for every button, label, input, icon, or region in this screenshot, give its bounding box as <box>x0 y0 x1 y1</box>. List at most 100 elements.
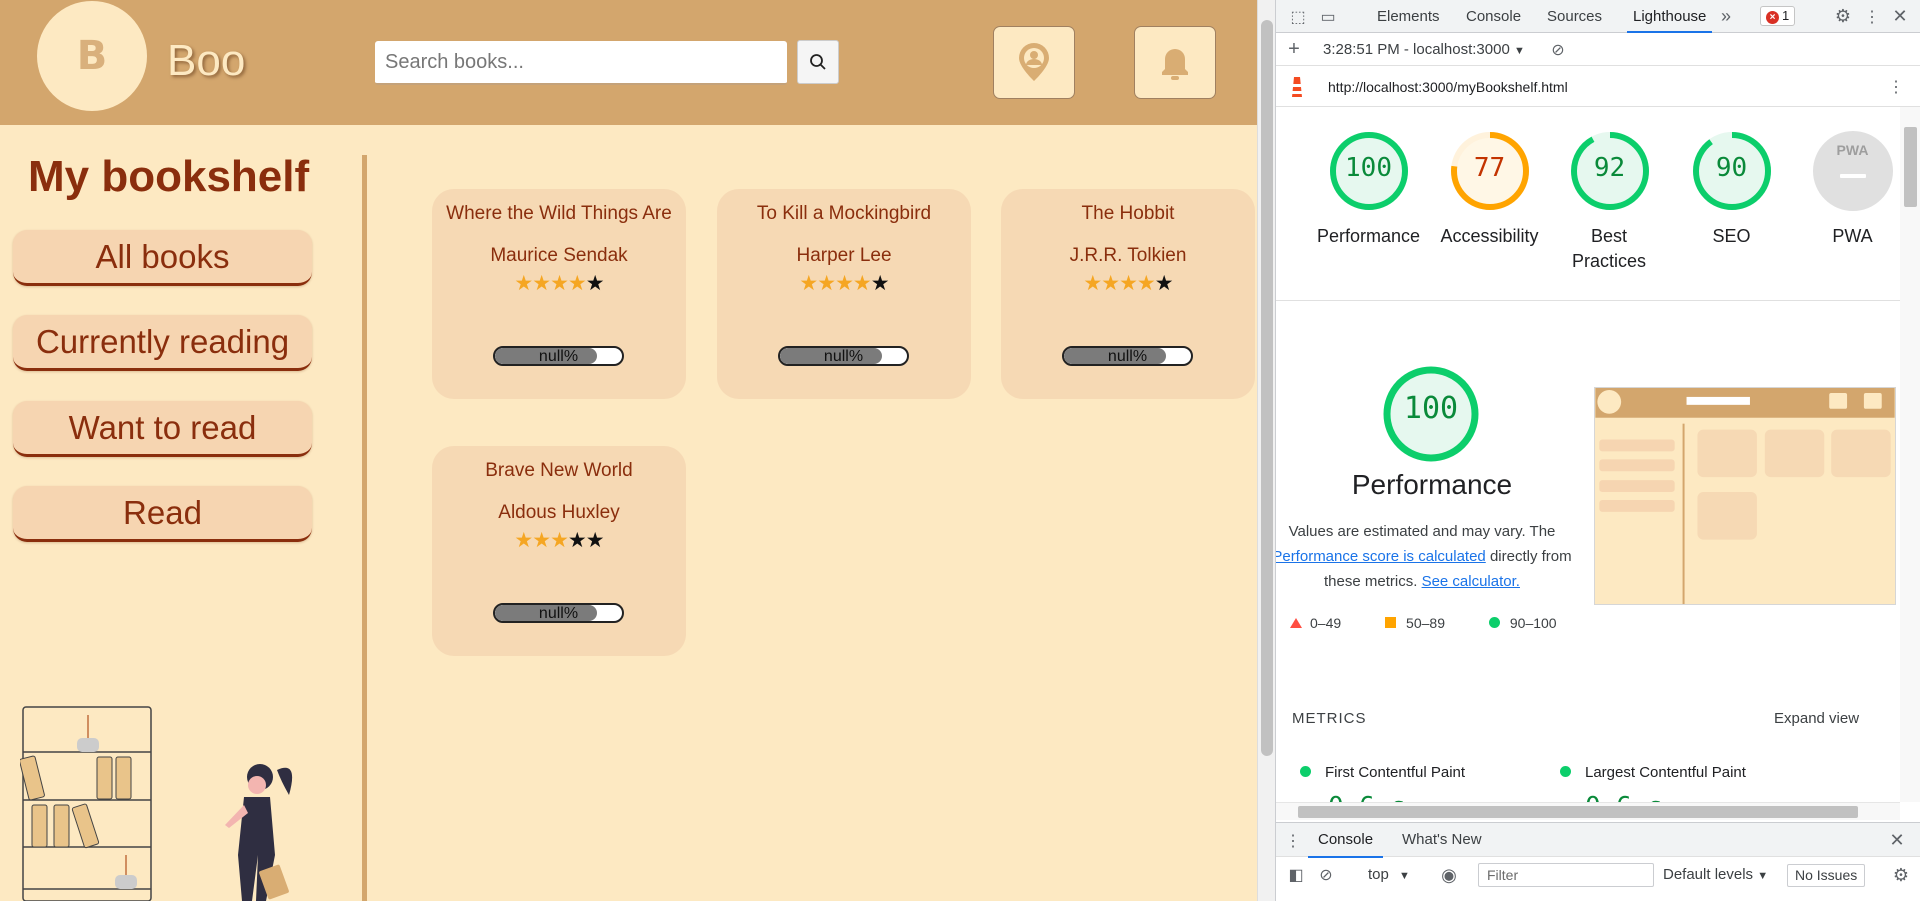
console-toolbar: ◧ ⊘ top ▼ ◉ Default levels ▼ No Issues ⚙ <box>1276 857 1920 893</box>
star-empty-icon: ★ <box>567 528 587 552</box>
perf-desc-text: Values are estimated and may vary. The <box>1288 523 1556 540</box>
star-empty-icon: ★ <box>585 528 605 552</box>
expand-view-toggle[interactable]: Expand view <box>1774 710 1859 727</box>
profile-button[interactable] <box>993 26 1075 99</box>
search-button[interactable] <box>797 40 839 84</box>
log-levels-dropdown[interactable]: Default levels ▼ <box>1663 866 1768 883</box>
tab-sources[interactable]: Sources <box>1547 0 1602 33</box>
clear-console-icon[interactable]: ⊘ <box>1314 857 1338 893</box>
metric-lcp: Largest Contentful Paint <box>1560 764 1746 781</box>
star-filled-icon: ★ <box>532 271 551 295</box>
device-toolbar-icon[interactable]: ▭ <box>1314 0 1342 33</box>
drawer-menu-icon[interactable]: ⋮ <box>1285 823 1301 858</box>
book-author: Aldous Huxley <box>498 502 620 523</box>
report-selector[interactable]: 3:28:51 PM - localhost:3000 ▼ <box>1323 41 1525 58</box>
logo-letter: B <box>76 33 108 79</box>
page-scroll-thumb[interactable] <box>1261 20 1273 756</box>
star-filled-icon: ★ <box>1136 271 1156 295</box>
sidebar-item-all-books[interactable]: All books <box>13 230 312 286</box>
star-filled-icon: ★ <box>514 271 533 295</box>
tab-lighthouse[interactable]: Lighthouse <box>1627 0 1713 33</box>
audited-url[interactable]: http://localhost:3000/myBookshelf.html <box>1328 79 1568 95</box>
report-menu-icon[interactable]: ⋮ <box>1886 67 1906 107</box>
score-gauge[interactable]: 92 Best Practices <box>1547 130 1672 274</box>
app-logo[interactable]: B <box>37 1 147 111</box>
progress-label: null% <box>538 348 579 365</box>
book-author: J.R.R. Tolkien <box>1069 245 1187 266</box>
star-filled-icon: ★ <box>1083 271 1102 295</box>
close-devtools-icon[interactable]: ✕ <box>1888 0 1912 33</box>
page-scrollbar[interactable] <box>1257 0 1275 901</box>
reading-progress-bar: null% <box>1062 346 1193 366</box>
devtools-panel: ⬚ ▭ Elements Console Sources Lighthouse … <box>1275 0 1920 901</box>
score-gauge[interactable]: 77 Accessibility <box>1427 130 1552 249</box>
more-tabs-icon[interactable]: » <box>1716 0 1736 33</box>
issues-button[interactable]: No Issues <box>1787 864 1866 887</box>
search-icon <box>810 54 826 70</box>
context-label: top <box>1368 866 1389 883</box>
console-settings-gear-icon[interactable]: ⚙ <box>1888 857 1914 893</box>
book-card[interactable]: Where the Wild Things Are Maurice Sendak… <box>432 189 686 399</box>
bell-icon <box>1162 48 1188 80</box>
sidebar-item-currently-reading[interactable]: Currently reading <box>13 315 312 371</box>
metrics-heading: METRICS <box>1292 710 1367 727</box>
book-title: The Hobbit <box>1081 203 1175 224</box>
see-calculator-link[interactable]: See calculator. <box>1422 573 1520 590</box>
legend-pass-icon <box>1488 617 1500 628</box>
performance-description: Values are estimated and may vary. The P… <box>1276 519 1588 594</box>
report-hscroll-thumb[interactable] <box>1298 806 1858 818</box>
console-filter-input[interactable] <box>1478 863 1654 887</box>
notification-button[interactable] <box>1134 26 1216 99</box>
close-drawer-icon[interactable]: ✕ <box>1886 823 1908 858</box>
kebab-menu-icon[interactable]: ⋮ <box>1861 0 1883 33</box>
bookshelf-app: B Boo My bookshelf All books Currently r… <box>0 0 1257 901</box>
metric-pass-icon <box>1300 766 1311 777</box>
score-gauge-pwa[interactable]: PWA PWA <box>1790 130 1900 249</box>
tab-elements[interactable]: Elements <box>1377 0 1440 33</box>
tab-console[interactable]: Console <box>1466 0 1521 33</box>
star-filled-icon: ★ <box>550 528 569 552</box>
gauge-score: 100 <box>1345 153 1392 183</box>
metric-label: First Contentful Paint <box>1325 764 1466 781</box>
score-calculated-link[interactable]: Performance score is calculated <box>1276 548 1486 565</box>
book-card[interactable]: To Kill a Mockingbird Harper Lee ★★★★★ n… <box>717 189 971 399</box>
gauge-score: 77 <box>1473 153 1506 183</box>
star-filled-icon: ★ <box>1101 271 1120 295</box>
show-sidebar-icon[interactable]: ◧ <box>1284 857 1308 893</box>
legend-fail-icon <box>1290 618 1302 628</box>
error-count-badge[interactable]: × 1 <box>1760 6 1796 26</box>
star-filled-icon: ★ <box>835 271 854 295</box>
star-filled-icon: ★ <box>532 528 551 552</box>
book-author: Harper Lee <box>796 245 892 266</box>
book-card[interactable]: Brave New World Aldous Huxley ★★★★★ null… <box>432 446 686 656</box>
star-rating: ★★★★★ <box>432 528 686 552</box>
score-gauge[interactable]: 90 SEO <box>1669 130 1794 249</box>
gauge-label: PWA <box>1832 226 1873 246</box>
inspect-element-icon[interactable]: ⬚ <box>1284 0 1312 33</box>
reading-progress-bar: null% <box>493 603 624 623</box>
settings-gear-icon[interactable]: ⚙ <box>1829 0 1857 33</box>
report-horizontal-scrollbar[interactable] <box>1276 802 1900 820</box>
gauge-label: SEO <box>1712 226 1751 246</box>
context-selector[interactable]: top ▼ <box>1368 866 1410 883</box>
live-expression-eye-icon[interactable]: ◉ <box>1436 857 1462 893</box>
drawer-tab-whats-new[interactable]: What's New <box>1402 823 1482 858</box>
score-gauge[interactable]: 100 Performance <box>1306 130 1431 249</box>
sidebar-item-read[interactable]: Read <box>13 486 312 542</box>
book-author: Maurice Sendak <box>490 245 628 266</box>
star-filled-icon: ★ <box>1119 271 1138 295</box>
star-rating: ★★★★★ <box>1001 271 1255 295</box>
report-scroll-thumb[interactable] <box>1904 127 1917 207</box>
drawer-tab-console[interactable]: Console <box>1308 823 1384 858</box>
section-divider <box>1276 300 1900 301</box>
clear-reports-icon[interactable]: ⊘ <box>1548 33 1568 66</box>
search-input[interactable] <box>375 41 787 85</box>
progress-label: null% <box>1107 348 1148 365</box>
book-card[interactable]: The Hobbit J.R.R. Tolkien ★★★★★ null% <box>1001 189 1255 399</box>
location-pin-icon <box>1019 42 1049 81</box>
lighthouse-logo-icon <box>1292 77 1302 97</box>
report-vertical-scrollbar[interactable] <box>1900 107 1920 802</box>
sidebar-item-want-to-read[interactable]: Want to read <box>13 401 312 457</box>
new-report-plus-icon[interactable]: + <box>1284 33 1304 66</box>
book-title: Where the Wild Things Are <box>446 203 672 224</box>
